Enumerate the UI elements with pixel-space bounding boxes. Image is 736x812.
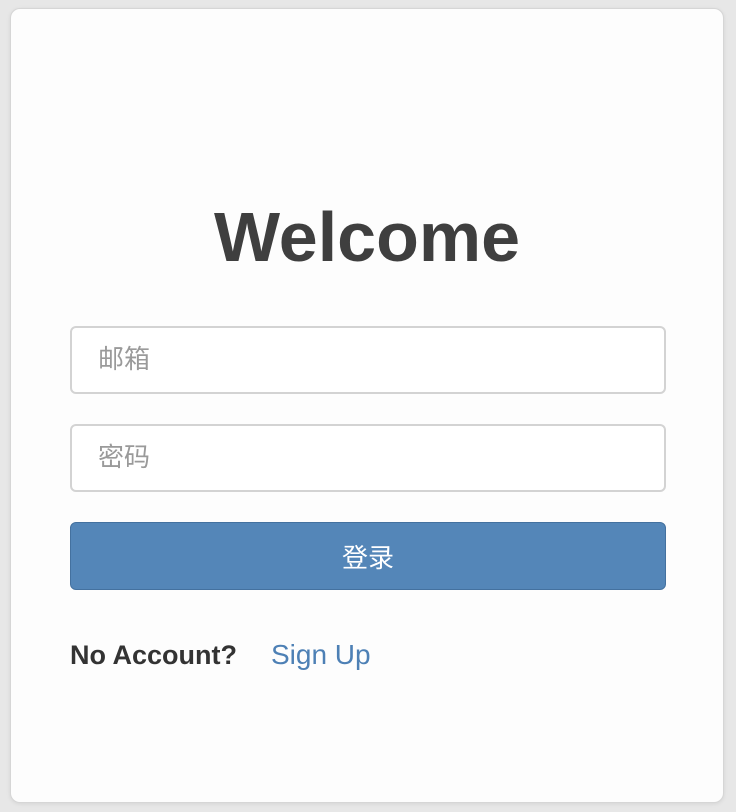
page-title: Welcome [213, 198, 521, 276]
password-field[interactable] [70, 424, 666, 492]
sign-up-link[interactable]: Sign Up [271, 639, 371, 671]
login-card: Welcome 登录 No Account? Sign Up [10, 8, 724, 803]
no-account-label: No Account? [70, 639, 237, 670]
login-button[interactable]: 登录 [70, 522, 666, 590]
email-field[interactable] [70, 326, 666, 394]
signup-row: No Account? Sign Up [70, 635, 371, 675]
